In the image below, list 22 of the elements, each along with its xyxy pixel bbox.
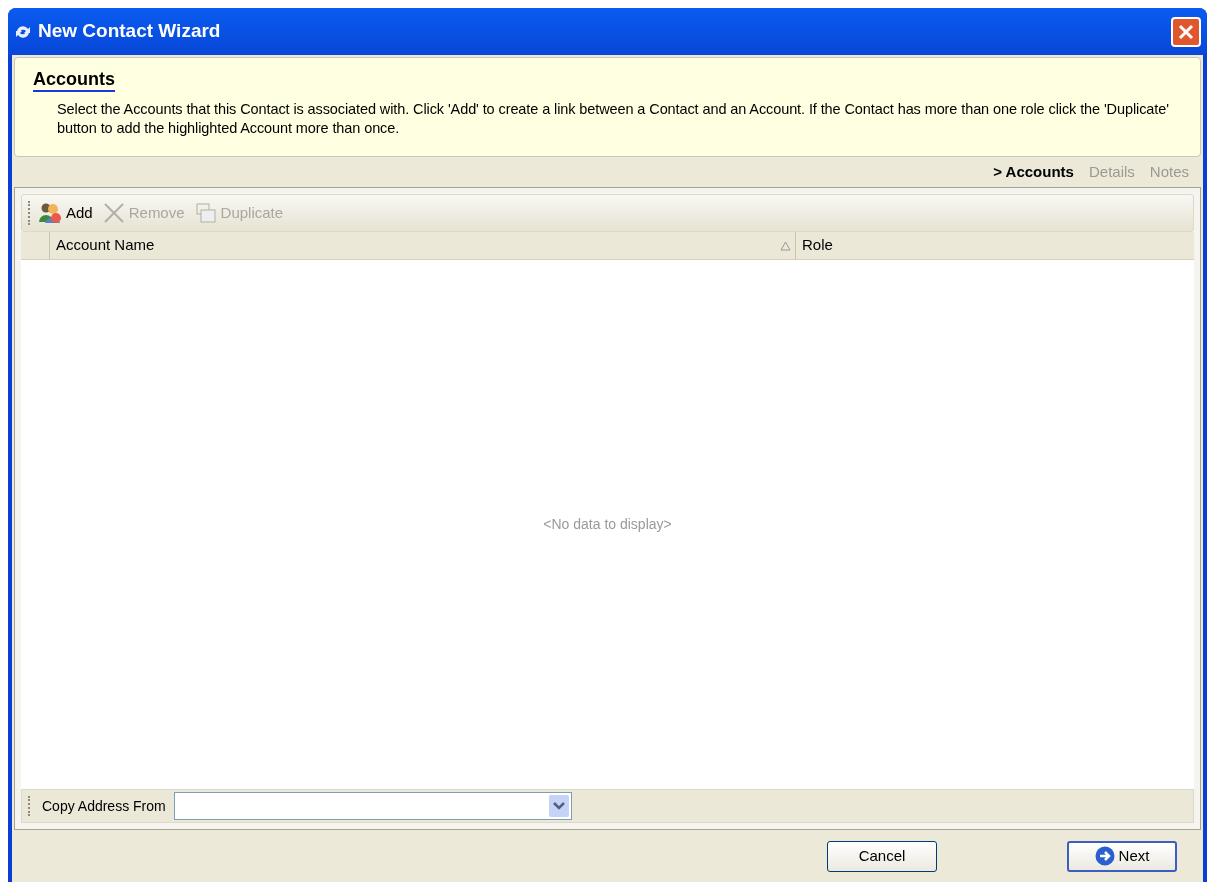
grip-handle[interactable] (28, 796, 30, 816)
grip-handle[interactable] (28, 201, 30, 225)
window-title: New Contact Wizard (38, 19, 221, 44)
people-icon (38, 202, 62, 224)
copy-address-dropdown[interactable] (173, 792, 572, 820)
close-icon[interactable] (1178, 23, 1194, 40)
cancel-button[interactable]: Cancel (827, 840, 937, 872)
page-title: Accounts (33, 68, 115, 92)
description-text: Select the Accounts that this Contact is associated with. Click 'Add' to create a link between a Contact and an Account. If the Contact has more than one role click the 'Duplicate' button to add the highlighted Account more than once. (57, 100, 1170, 138)
column-header[interactable]: Role (795, 232, 1194, 259)
empty-message: <No data to display> (543, 515, 672, 534)
add-button[interactable]: Add (38, 201, 93, 225)
next-button[interactable]: Next (1067, 840, 1177, 872)
copy-address-label: Copy Address From (42, 796, 166, 816)
arrow-right-icon (1094, 846, 1115, 866)
column-header[interactable]: Account Name (49, 232, 795, 259)
refresh-icon (14, 23, 32, 40)
close-button[interactable] (1171, 16, 1201, 47)
sort-ascending-icon[interactable] (780, 240, 791, 251)
x-icon (102, 202, 125, 224)
documents-icon (194, 202, 217, 224)
wizard-step[interactable]: > Accounts (993, 160, 1074, 184)
